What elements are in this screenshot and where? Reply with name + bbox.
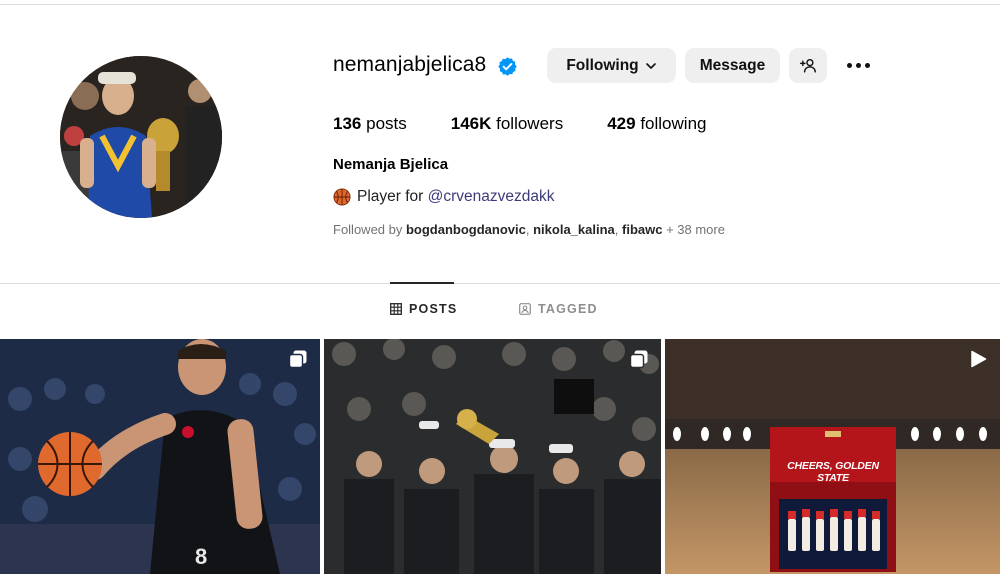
- tab-posts-label: POSTS: [409, 302, 458, 316]
- followers-count-value: 146K: [450, 114, 492, 133]
- dot: [846, 62, 852, 68]
- followers-link[interactable]: 146K followers: [451, 114, 563, 134]
- following-count-label: following: [640, 114, 707, 133]
- followed-by-user[interactable]: bogdanbogdanovic: [406, 222, 526, 237]
- posts-count: 136 posts: [333, 114, 407, 134]
- tabs-divider: [0, 283, 1000, 284]
- grid-icon: [390, 303, 402, 315]
- carousel-icon: [288, 350, 307, 369]
- tab-posts[interactable]: POSTS: [390, 302, 457, 316]
- following-button[interactable]: Following: [547, 48, 676, 83]
- dot: [864, 62, 870, 68]
- following-button-label: Following: [566, 56, 639, 74]
- tagged-icon: [519, 303, 531, 315]
- profile-username: nemanjabjelica8: [333, 53, 487, 76]
- post-tile[interactable]: [324, 339, 661, 574]
- posts-count-value: 136: [333, 114, 362, 133]
- add-user-icon: [799, 58, 816, 73]
- active-tab-indicator: [390, 282, 454, 284]
- followed-by-user[interactable]: nikola_kalina: [533, 222, 615, 237]
- dot: [855, 62, 861, 68]
- reel-icon: [971, 350, 987, 368]
- profile-stats: 136 posts 146K followers 429 following: [333, 114, 750, 134]
- post-image: [665, 339, 1000, 574]
- svg-text:8: 8: [195, 544, 207, 569]
- followed-by-user[interactable]: fibawc: [622, 222, 662, 237]
- post-image: [324, 339, 661, 574]
- message-button-label: Message: [699, 56, 766, 74]
- followed-by-prefix: Followed by: [333, 222, 406, 237]
- message-button[interactable]: Message: [685, 48, 780, 83]
- tab-tagged-label: TAGGED: [538, 302, 598, 316]
- profile-full-name: Nemanja Bjelica: [333, 156, 449, 173]
- bio-mention-link[interactable]: @crvenazvezdakk: [428, 188, 555, 206]
- post-image: 8: [0, 339, 320, 574]
- more-options-icon[interactable]: [840, 52, 876, 78]
- followed-by-more[interactable]: + 38 more: [662, 222, 725, 237]
- basketball-icon: [333, 188, 351, 206]
- post-overlay-text: CHEERS, GOLDEN STATE: [787, 460, 879, 484]
- add-user-button[interactable]: [789, 48, 827, 83]
- tab-tagged[interactable]: TAGGED: [519, 302, 598, 316]
- followers-count-label: followers: [496, 114, 564, 133]
- top-divider: [0, 4, 1000, 5]
- carousel-icon: [629, 350, 648, 369]
- following-count-value: 429: [607, 114, 636, 133]
- bio-text: Player for: [357, 188, 428, 205]
- avatar-photo: [60, 56, 222, 218]
- post-tile[interactable]: CHEERS, GOLDEN STATE: [665, 339, 1000, 574]
- profile-avatar[interactable]: [60, 56, 222, 218]
- followed-by: Followed by bogdanbogdanovic, nikola_kal…: [333, 222, 725, 237]
- post-tile[interactable]: 8: [0, 339, 320, 574]
- following-link[interactable]: 429 following: [607, 114, 706, 134]
- posts-count-label: posts: [366, 114, 407, 133]
- chevron-down-icon: [645, 62, 656, 69]
- verified-badge-icon: [498, 57, 517, 76]
- profile-bio: Player for @crvenazvezdakk: [333, 188, 555, 206]
